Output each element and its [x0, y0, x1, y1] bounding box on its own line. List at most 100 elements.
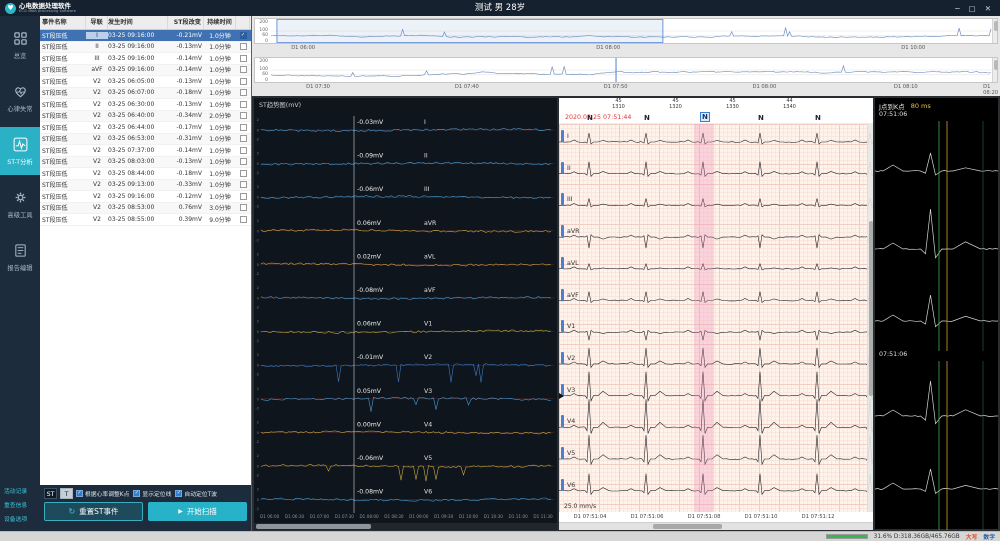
strip2-scroll-thumb[interactable] — [994, 60, 998, 70]
maximize-button[interactable]: ▢ — [969, 4, 976, 13]
event-table-row[interactable]: ST段压低V203-25 06:40:00-0.34mV2.0分钟 — [40, 111, 251, 123]
ecg-vscroll-thumb[interactable] — [869, 221, 873, 396]
beat-marker[interactable]: N — [700, 112, 710, 122]
st-toggle-button[interactable]: ST — [44, 488, 57, 499]
minimize-button[interactable]: ─ — [955, 4, 960, 13]
sidebar-item-advanced-tools[interactable]: 高级工具 — [0, 180, 40, 228]
sidebar-footer-link-1[interactable]: 活动记录 — [4, 486, 37, 495]
cell-st-change: -0.14mV — [168, 66, 204, 73]
event-row-checkbox[interactable]: ✓ — [240, 32, 247, 39]
svg-text:2: 2 — [257, 319, 260, 324]
cell-st-change: -0.13mV — [168, 43, 204, 50]
svg-text:-0.09mV: -0.09mV — [357, 153, 384, 160]
close-button[interactable]: ✕ — [985, 4, 991, 13]
beat-marker[interactable]: N — [757, 114, 765, 122]
option-checkbox[interactable]: ✓ — [76, 490, 83, 497]
beat-zoom-chart-1[interactable] — [875, 121, 998, 351]
event-table-row[interactable]: ST段压低I03-25 09:16:00-0.21mV1.0分钟✓ — [40, 30, 251, 42]
event-row-checkbox[interactable] — [240, 89, 247, 96]
event-table-row[interactable]: ST段压低V203-25 08:44:00-0.18mV1.0分钟 — [40, 168, 251, 180]
event-row-checkbox[interactable] — [240, 78, 247, 85]
event-table-row[interactable]: ST段压低V203-25 09:16:00-0.12mV1.0分钟 — [40, 191, 251, 203]
event-row-checkbox[interactable] — [240, 181, 247, 188]
event-table-row[interactable]: ST段压低V203-25 06:44:00-0.17mV1.0分钟 — [40, 122, 251, 134]
sidebar-footer-link-3[interactable]: 设备选项 — [4, 514, 37, 523]
event-row-checkbox[interactable] — [240, 135, 247, 142]
st-trend-chart[interactable]: 20-2-0.03mVI20-2-0.09mVII20-2-0.06mVIII2… — [254, 110, 557, 513]
event-table-row[interactable]: ST段压低V203-25 06:53:00-0.31mV1.0分钟 — [40, 134, 251, 146]
st-options-row: ST T ✓根据心率调整K点✓显示定位线✓自动定位T波 — [44, 488, 247, 499]
option-checkbox[interactable]: ✓ — [175, 490, 182, 497]
cell-st-change: -0.13mV — [168, 78, 204, 85]
event-table-row[interactable]: ST段压低II03-25 09:16:00-0.13mV1.0分钟 — [40, 42, 251, 54]
ecg-horizontal-scrollbar[interactable] — [559, 522, 873, 530]
cell-duration: 1.0分钟 — [204, 192, 236, 201]
event-row-checkbox[interactable] — [240, 193, 247, 200]
beat-marker[interactable]: N — [586, 114, 594, 122]
event-row-checkbox[interactable] — [240, 158, 247, 165]
option-checkbox-label: 自动定位T波 — [184, 489, 217, 498]
cell-event-name: ST段压低 — [40, 88, 86, 97]
st-time-axis-label: D1 08:30 — [384, 514, 403, 519]
ecg-vertical-scrollbar[interactable] — [867, 124, 873, 512]
event-row-checkbox[interactable] — [240, 43, 247, 50]
sidebar-item-st-t-analysis[interactable]: ST-T分析 — [0, 127, 40, 175]
start-scan-button[interactable]: ▶ 开始扫描 — [148, 502, 247, 521]
ime-caps-indicator[interactable]: 大写 — [966, 532, 978, 541]
paper-speed-label: 25.0 mm/s — [564, 503, 596, 510]
ime-number-indicator[interactable]: 数字 — [983, 532, 995, 541]
event-table-row[interactable]: ST段压低V203-25 06:30:00-0.13mV1.0分钟 — [40, 99, 251, 111]
cell-checkbox — [236, 112, 250, 119]
svg-text:2: 2 — [257, 151, 260, 156]
st-trend-scroll-thumb[interactable] — [256, 524, 371, 529]
svg-text:0: 0 — [265, 77, 268, 82]
event-table-row[interactable]: ST段压低V203-25 08:03:00-0.13mV1.0分钟 — [40, 157, 251, 169]
event-table-row[interactable]: ST段压低V203-25 06:05:00-0.13mV1.0分钟 — [40, 76, 251, 88]
event-table-row[interactable]: ST段压低aVF03-25 09:16:00-0.14mV1.0分钟 — [40, 65, 251, 77]
svg-text:0: 0 — [257, 363, 260, 368]
beat-marker[interactable]: N — [643, 114, 651, 122]
option-checkbox[interactable]: ✓ — [133, 490, 140, 497]
hr-trend-chart-1[interactable]: 200100600 — [255, 19, 997, 43]
event-table-row[interactable]: ST段压低V203-25 08:55:000.39mV9.0分钟 — [40, 214, 251, 226]
event-table-row[interactable]: ST段压低V203-25 08:53:000.76mV3.0分钟 — [40, 203, 251, 215]
beat-marker[interactable]: N — [814, 114, 822, 122]
event-table-row[interactable]: ST段压低V203-25 06:07:00-0.18mV1.0分钟 — [40, 88, 251, 100]
hr-trend-strip-1[interactable]: 200100600 — [254, 18, 998, 44]
strip1-scroll-thumb[interactable] — [994, 21, 998, 31]
strip1-scrollbar[interactable] — [992, 19, 997, 43]
hr-trend-strip-2[interactable]: 200100600 — [254, 57, 998, 83]
status-bar: 31.6% D:318.36GB/465.76GB 大写 数字 — [0, 531, 1000, 541]
event-row-checkbox[interactable] — [240, 112, 247, 119]
event-row-checkbox[interactable] — [240, 66, 247, 73]
cell-time: 03-25 08:03:00 — [108, 158, 168, 165]
event-row-checkbox[interactable] — [240, 216, 247, 223]
cell-duration: 1.0分钟 — [204, 134, 236, 143]
st-time-axis-label: D1 09:30 — [434, 514, 453, 519]
beat-zoom-chart-2[interactable] — [875, 361, 998, 530]
event-row-checkbox[interactable] — [240, 55, 247, 62]
event-table-row[interactable]: ST段压低V203-25 09:13:00-0.33mV1.0分钟 — [40, 180, 251, 192]
event-row-checkbox[interactable] — [240, 124, 247, 131]
t-toggle-button[interactable]: T — [60, 488, 73, 499]
strip2-scrollbar[interactable] — [992, 58, 997, 82]
ecg-grid[interactable]: 25.0 mm/s IIIIIIaVRaVLaVFV1V2V3V4V5V6 — [559, 124, 873, 512]
sidebar-footer-link-2[interactable]: 重查信息 — [4, 500, 37, 509]
event-row-checkbox[interactable] — [240, 101, 247, 108]
sidebar-item-overview[interactable]: 总览 — [0, 21, 40, 69]
svg-text:0: 0 — [257, 497, 260, 502]
svg-text:-2: -2 — [255, 372, 259, 377]
cell-st-change: -0.31mV — [168, 135, 204, 142]
st-trend-scrollbar[interactable] — [254, 523, 557, 530]
event-table-row[interactable]: ST段压低V203-25 07:37:00-0.14mV1.0分钟 — [40, 145, 251, 157]
reset-st-events-button[interactable]: ↻ 重置ST事件 — [44, 502, 143, 521]
event-table-row[interactable]: ST段压低III03-25 09:16:00-0.14mV1.0分钟 — [40, 53, 251, 65]
event-row-checkbox[interactable] — [240, 204, 247, 211]
cell-lead: V2 — [86, 193, 108, 200]
sidebar-item-arrhythmia[interactable]: 心律失常 — [0, 74, 40, 122]
event-row-checkbox[interactable] — [240, 170, 247, 177]
sidebar-item-report-edit[interactable]: 报告编辑 — [0, 233, 40, 281]
ecg-hscroll-thumb[interactable] — [653, 524, 722, 529]
event-row-checkbox[interactable] — [240, 147, 247, 154]
hr-trend-chart-2[interactable]: 200100600 — [255, 58, 997, 82]
